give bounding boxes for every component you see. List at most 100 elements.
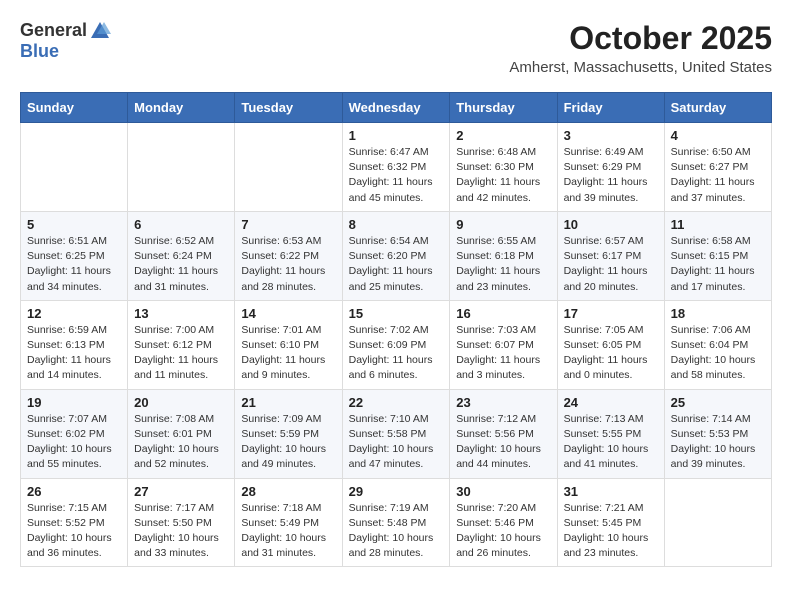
day-number: 8 [349,217,444,232]
day-number: 11 [671,217,765,232]
calendar-cell: 30Sunrise: 7:20 AM Sunset: 5:46 PM Dayli… [450,478,557,567]
day-number: 16 [456,306,550,321]
day-info: Sunrise: 6:50 AM Sunset: 6:27 PM Dayligh… [671,145,765,206]
calendar-week-3: 12Sunrise: 6:59 AM Sunset: 6:13 PM Dayli… [21,300,772,389]
calendar-cell: 9 Sunrise: 6:55 AM Sunset: 6:18 PM Daylig… [450,211,557,300]
calendar-cell: 6Sunrise: 6:52 AM Sunset: 6:24 PM Daylig… [128,211,235,300]
calendar-header-tuesday: Tuesday [235,93,342,123]
day-number: 13 [134,306,228,321]
calendar-cell: 29 Sunrise: 7:19 AM Sunset: 5:48 PM Dayli… [342,478,450,567]
day-number: 9 [456,217,550,232]
logo: General Blue [20,20,111,62]
logo-icon [89,20,111,42]
calendar-cell: 13 Sunrise: 7:00 AM Sunset: 6:12 PM Dayli… [128,300,235,389]
calendar-cell: 10Sunrise: 6:57 AM Sunset: 6:17 PM Dayli… [557,211,664,300]
day-info: Sunrise: 6:51 AM Sunset: 6:25 PM Dayligh… [27,234,121,295]
calendar-cell: 19 Sunrise: 7:07 AM Sunset: 6:02 PM Dayli… [21,389,128,478]
calendar-header-wednesday: Wednesday [342,93,450,123]
calendar-cell: 1 Sunrise: 6:47 AM Sunset: 6:32 PM Daylig… [342,123,450,212]
day-number: 28 [241,484,335,499]
calendar-cell: 24 Sunrise: 7:13 AM Sunset: 5:55 PM Dayli… [557,389,664,478]
day-number: 2 [456,128,550,143]
calendar-cell: 18 Sunrise: 7:06 AM Sunset: 6:04 PM Dayli… [664,300,771,389]
calendar-week-4: 19 Sunrise: 7:07 AM Sunset: 6:02 PM Dayli… [21,389,772,478]
day-info: Sunrise: 6:49 AM Sunset: 6:29 PM Dayligh… [564,145,658,206]
calendar-cell: 23 Sunrise: 7:12 AM Sunset: 5:56 PM Dayli… [450,389,557,478]
calendar-cell: 27Sunrise: 7:17 AM Sunset: 5:50 PM Dayli… [128,478,235,567]
calendar-cell: 22 Sunrise: 7:10 AM Sunset: 5:58 PM Dayli… [342,389,450,478]
day-number: 1 [349,128,444,143]
day-info: Sunrise: 6:57 AM Sunset: 6:17 PM Dayligh… [564,234,658,295]
day-info: Sunrise: 7:06 AM Sunset: 6:04 PM Dayligh… [671,323,765,384]
day-number: 4 [671,128,765,143]
calendar-table: SundayMondayTuesdayWednesdayThursdayFrid… [20,92,772,567]
day-info: Sunrise: 7:10 AM Sunset: 5:58 PM Dayligh… [349,412,444,473]
calendar-header-monday: Monday [128,93,235,123]
day-number: 20 [134,395,228,410]
day-number: 26 [27,484,121,499]
page-header: General Blue October 2025 Amherst, Massa… [20,20,772,76]
day-info: Sunrise: 7:01 AM Sunset: 6:10 PM Dayligh… [241,323,335,384]
calendar-header-row: SundayMondayTuesdayWednesdayThursdayFrid… [21,93,772,123]
day-info: Sunrise: 6:55 AM Sunset: 6:18 PM Dayligh… [456,234,550,295]
calendar-cell: 7Sunrise: 6:53 AM Sunset: 6:22 PM Daylig… [235,211,342,300]
day-info: Sunrise: 7:09 AM Sunset: 5:59 PM Dayligh… [241,412,335,473]
logo-blue: Blue [20,42,111,62]
day-info: Sunrise: 6:47 AM Sunset: 6:32 PM Dayligh… [349,145,444,206]
day-info: Sunrise: 7:07 AM Sunset: 6:02 PM Dayligh… [27,412,121,473]
calendar-cell: 14 Sunrise: 7:01 AM Sunset: 6:10 PM Dayli… [235,300,342,389]
day-info: Sunrise: 7:00 AM Sunset: 6:12 PM Dayligh… [134,323,228,384]
day-number: 22 [349,395,444,410]
day-info: Sunrise: 6:53 AM Sunset: 6:22 PM Dayligh… [241,234,335,295]
day-info: Sunrise: 6:54 AM Sunset: 6:20 PM Dayligh… [349,234,444,295]
calendar-cell: 17 Sunrise: 7:05 AM Sunset: 6:05 PM Dayli… [557,300,664,389]
day-number: 21 [241,395,335,410]
calendar-cell: 16 Sunrise: 7:03 AM Sunset: 6:07 PM Dayli… [450,300,557,389]
day-number: 19 [27,395,121,410]
calendar-cell: 21 Sunrise: 7:09 AM Sunset: 5:59 PM Dayli… [235,389,342,478]
day-number: 3 [564,128,658,143]
day-info: Sunrise: 7:03 AM Sunset: 6:07 PM Dayligh… [456,323,550,384]
day-number: 24 [564,395,658,410]
calendar-cell [664,478,771,567]
day-info: Sunrise: 7:02 AM Sunset: 6:09 PM Dayligh… [349,323,444,384]
calendar-cell: 12Sunrise: 6:59 AM Sunset: 6:13 PM Dayli… [21,300,128,389]
day-number: 25 [671,395,765,410]
day-number: 17 [564,306,658,321]
day-number: 14 [241,306,335,321]
calendar-header-thursday: Thursday [450,93,557,123]
calendar-cell: 3 Sunrise: 6:49 AM Sunset: 6:29 PM Daylig… [557,123,664,212]
day-number: 23 [456,395,550,410]
month-title: October 2025 [509,20,772,57]
calendar-cell: 2 Sunrise: 6:48 AM Sunset: 6:30 PM Daylig… [450,123,557,212]
calendar-cell [128,123,235,212]
day-info: Sunrise: 7:17 AM Sunset: 5:50 PM Dayligh… [134,501,228,562]
day-info: Sunrise: 7:15 AM Sunset: 5:52 PM Dayligh… [27,501,121,562]
calendar-cell [21,123,128,212]
day-number: 18 [671,306,765,321]
calendar-week-5: 26 Sunrise: 7:15 AM Sunset: 5:52 PM Dayli… [21,478,772,567]
day-number: 31 [564,484,658,499]
calendar-cell: 28 Sunrise: 7:18 AM Sunset: 5:49 PM Dayli… [235,478,342,567]
day-info: Sunrise: 7:12 AM Sunset: 5:56 PM Dayligh… [456,412,550,473]
day-info: Sunrise: 6:58 AM Sunset: 6:15 PM Dayligh… [671,234,765,295]
day-info: Sunrise: 7:18 AM Sunset: 5:49 PM Dayligh… [241,501,335,562]
calendar-cell: 5 Sunrise: 6:51 AM Sunset: 6:25 PM Daylig… [21,211,128,300]
day-info: Sunrise: 7:13 AM Sunset: 5:55 PM Dayligh… [564,412,658,473]
day-info: Sunrise: 6:48 AM Sunset: 6:30 PM Dayligh… [456,145,550,206]
day-info: Sunrise: 7:21 AM Sunset: 5:45 PM Dayligh… [564,501,658,562]
title-block: October 2025 Amherst, Massachusetts, Uni… [509,20,772,76]
calendar-cell: 20 Sunrise: 7:08 AM Sunset: 6:01 PM Dayli… [128,389,235,478]
day-info: Sunrise: 7:08 AM Sunset: 6:01 PM Dayligh… [134,412,228,473]
day-number: 6 [134,217,228,232]
calendar-cell: 26 Sunrise: 7:15 AM Sunset: 5:52 PM Dayli… [21,478,128,567]
day-info: Sunrise: 7:14 AM Sunset: 5:53 PM Dayligh… [671,412,765,473]
day-number: 30 [456,484,550,499]
day-number: 15 [349,306,444,321]
day-number: 29 [349,484,444,499]
calendar-cell [235,123,342,212]
day-info: Sunrise: 7:05 AM Sunset: 6:05 PM Dayligh… [564,323,658,384]
calendar-cell: 25 Sunrise: 7:14 AM Sunset: 5:53 PM Dayli… [664,389,771,478]
day-info: Sunrise: 7:19 AM Sunset: 5:48 PM Dayligh… [349,501,444,562]
day-number: 5 [27,217,121,232]
